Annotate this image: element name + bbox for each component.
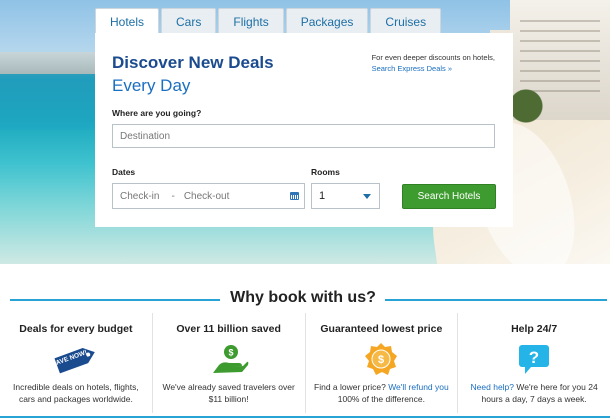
- destination-input[interactable]: Destination: [112, 124, 495, 148]
- tab-flights[interactable]: Flights: [218, 8, 284, 34]
- tab-packages[interactable]: Packages: [285, 8, 369, 34]
- feature-title: Help 24/7: [511, 323, 558, 335]
- divider-right: [385, 299, 607, 301]
- dates-field: Check-in - Check-out: [112, 183, 305, 209]
- feature-text: Need help? We're here for you 24 hours a…: [470, 382, 598, 404]
- search-title: Discover New Deals: [112, 53, 274, 72]
- hand-money-icon: $: [205, 343, 253, 375]
- tab-cars[interactable]: Cars: [161, 8, 217, 34]
- tab-cruises[interactable]: Cruises: [370, 8, 442, 34]
- feature-lowest-price: Guaranteed lowest price $ Find a lower p…: [306, 313, 459, 413]
- features-row: Deals for every budget SAVE NOW! Incredi…: [0, 313, 610, 413]
- dates-label: Dates: [112, 167, 136, 177]
- save-now-tag-icon: SAVE NOW!: [52, 343, 100, 375]
- destination-label: Where are you going?: [112, 108, 202, 118]
- calendar-icon[interactable]: [290, 192, 299, 200]
- feature-text: Find a lower price? We'll refund you 100…: [314, 382, 449, 404]
- svg-text:$: $: [378, 354, 384, 366]
- why-book-heading: Why book with us?: [230, 289, 376, 306]
- search-hotels-button[interactable]: Search Hotels: [402, 184, 496, 209]
- feature-title: Deals for every budget: [19, 323, 133, 335]
- feature-title: Guaranteed lowest price: [320, 323, 443, 335]
- feature-help: Help 24/7 ? Need help? We're here for yo…: [458, 313, 610, 413]
- feature-title: Over 11 billion saved: [176, 323, 281, 335]
- rooms-select[interactable]: 1: [311, 183, 380, 209]
- help-chat-icon: ?: [510, 343, 558, 375]
- svg-text:$: $: [228, 348, 233, 358]
- refund-link[interactable]: We'll refund you: [388, 382, 449, 392]
- rooms-value: 1: [319, 190, 326, 202]
- checkin-input[interactable]: Check-in: [120, 191, 159, 202]
- rooms-label: Rooms: [311, 167, 340, 177]
- express-deals-promo: For even deeper discounts on hotels, Sea…: [372, 52, 495, 74]
- feature-text: We've already saved travelers over $11 b…: [162, 382, 295, 404]
- express-deals-link[interactable]: Search Express Deals »: [372, 63, 495, 74]
- svg-text:?: ?: [529, 348, 539, 367]
- hotel-search-card: Discover New Deals Every Day For even de…: [95, 33, 513, 227]
- checkout-input[interactable]: Check-out: [184, 191, 230, 202]
- need-help-link[interactable]: Need help?: [471, 382, 514, 392]
- chevron-down-icon: [363, 193, 371, 199]
- feature-savings: Over 11 billion saved $ We've already sa…: [153, 313, 306, 413]
- date-separator: -: [171, 190, 175, 202]
- tab-hotels[interactable]: Hotels: [95, 8, 160, 35]
- feature-text: Incredible deals on hotels, flights, car…: [13, 382, 139, 404]
- destination-placeholder: Destination: [120, 130, 171, 142]
- promo-text: For even deeper discounts on hotels,: [371, 53, 495, 62]
- why-book-header: Why book with us?: [0, 289, 610, 311]
- feature-deals: Deals for every budget SAVE NOW! Incredi…: [0, 313, 153, 413]
- divider-left: [10, 299, 220, 301]
- search-subtitle: Every Day: [112, 76, 191, 95]
- price-badge-icon: $: [357, 343, 405, 375]
- product-tabs: Hotels Cars Flights Packages Cruises: [95, 8, 443, 35]
